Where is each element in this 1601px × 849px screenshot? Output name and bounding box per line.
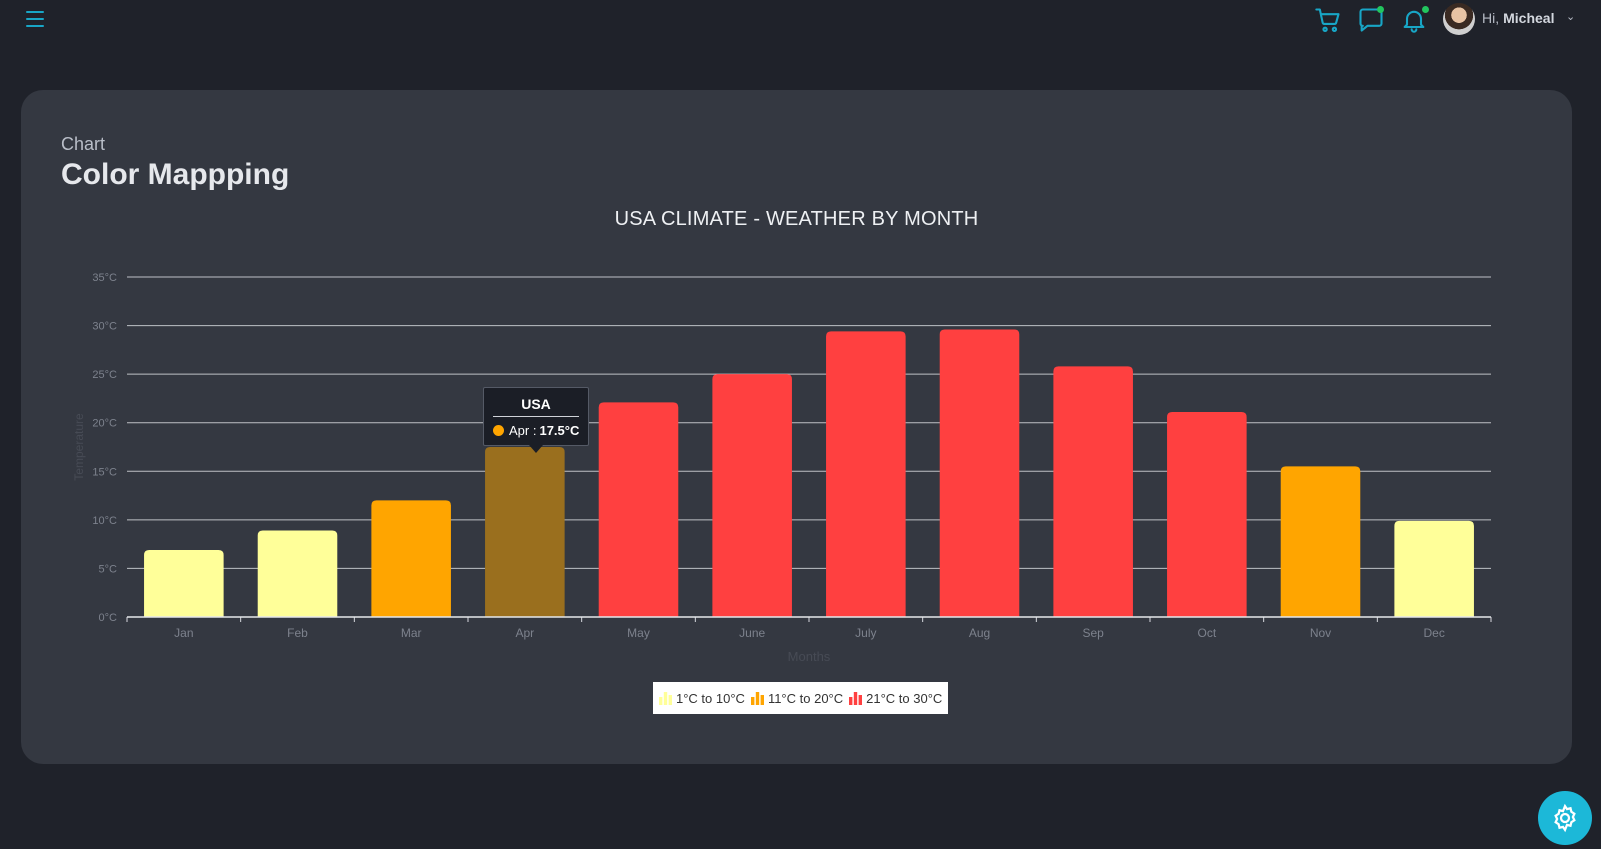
bar-nov <box>1280 466 1361 617</box>
legend-label: 11°C to 20°C <box>767 690 844 706</box>
x-tick-label: Jan <box>174 626 193 640</box>
menu-icon[interactable] <box>26 11 44 27</box>
x-tick-label: Feb <box>287 626 308 640</box>
bar-may <box>598 402 679 617</box>
chart-legend: 1°C to 10°C 11°C to 20°C 21°C to 30°C <box>653 682 949 714</box>
chart-card: Chart Color Mappping USA CLIMATE - WEATH… <box>21 90 1572 764</box>
legend-item[interactable]: 11°C to 20°C <box>750 690 844 706</box>
tooltip-value: 17.5°C <box>539 423 580 438</box>
bar-aug <box>939 329 1020 617</box>
bar-apr <box>485 447 565 617</box>
y-axis-label: Temperature <box>72 413 86 481</box>
legend-label: 1°C to 10°C <box>676 690 745 706</box>
bar-oct <box>1167 412 1247 617</box>
x-tick-label: July <box>855 626 876 640</box>
bar-chart-icon <box>659 691 672 705</box>
y-tick-label: 0°C <box>99 612 118 624</box>
avatar[interactable] <box>1443 3 1475 35</box>
bar-chart-icon <box>849 691 863 705</box>
top-navbar: Hi, Micheal ⌄ <box>0 0 1601 40</box>
settings-button[interactable] <box>1538 791 1592 845</box>
legend-item[interactable]: 1°C to 10°C <box>659 691 745 706</box>
tooltip-label: Apr <box>509 423 530 438</box>
x-tick-label: Aug <box>969 626 990 640</box>
tooltip-divider <box>493 416 579 417</box>
y-tick-label: 30°C <box>92 321 117 333</box>
chart-tooltip: USA Apr :17.5°C <box>483 387 589 453</box>
x-tick-label: Apr <box>515 626 534 640</box>
bar-dec <box>1394 520 1474 617</box>
greeting-text: Hi, <box>1482 10 1500 26</box>
x-tick-label: May <box>627 626 650 640</box>
bar-jan <box>144 549 224 617</box>
x-tick-label: Mar <box>401 626 422 640</box>
user-greeting[interactable]: Hi, Micheal <box>1482 10 1554 26</box>
legend-label: 21°C to 30°C <box>866 690 943 706</box>
y-tick-label: 35°C <box>92 272 117 284</box>
bar-chart-icon <box>750 691 764 705</box>
gear-icon <box>1554 803 1576 833</box>
x-tick-label: Sep <box>1082 626 1104 640</box>
y-tick-label: 20°C <box>92 418 117 430</box>
x-tick-label: Dec <box>1423 626 1444 640</box>
bar-chart: 0°C 5°C 10°C 15°C 20°C 25°C 30°C 35°C Temperatur… <box>72 272 1492 664</box>
tooltip-title: USA <box>521 396 551 412</box>
legend-item[interactable]: 21°C to 30°C <box>849 691 942 706</box>
bell-notification-dot <box>1422 6 1429 13</box>
x-tick-label: Oct <box>1197 626 1216 640</box>
tooltip-marker <box>493 425 504 436</box>
bar-july <box>826 331 906 617</box>
y-tick-label: 5°C <box>99 563 118 575</box>
chat-notification-dot <box>1377 6 1384 13</box>
tooltip-row: Apr :17.5°C <box>493 423 588 438</box>
bar-mar <box>371 500 451 617</box>
y-tick-label: 10°C <box>92 515 117 527</box>
chevron-down-icon[interactable]: ⌄ <box>1566 10 1575 23</box>
bar-feb <box>257 530 338 617</box>
bar-june <box>712 374 792 617</box>
y-tick-label: 15°C <box>92 466 117 478</box>
bar-sep <box>1053 366 1133 617</box>
user-name: Micheal <box>1503 10 1555 26</box>
cart-icon[interactable] <box>1314 6 1342 34</box>
x-axis-label: Months <box>788 649 831 664</box>
x-tick-label: Nov <box>1310 626 1331 640</box>
y-tick-label: 25°C <box>92 369 117 381</box>
x-tick-label: June <box>739 626 765 640</box>
